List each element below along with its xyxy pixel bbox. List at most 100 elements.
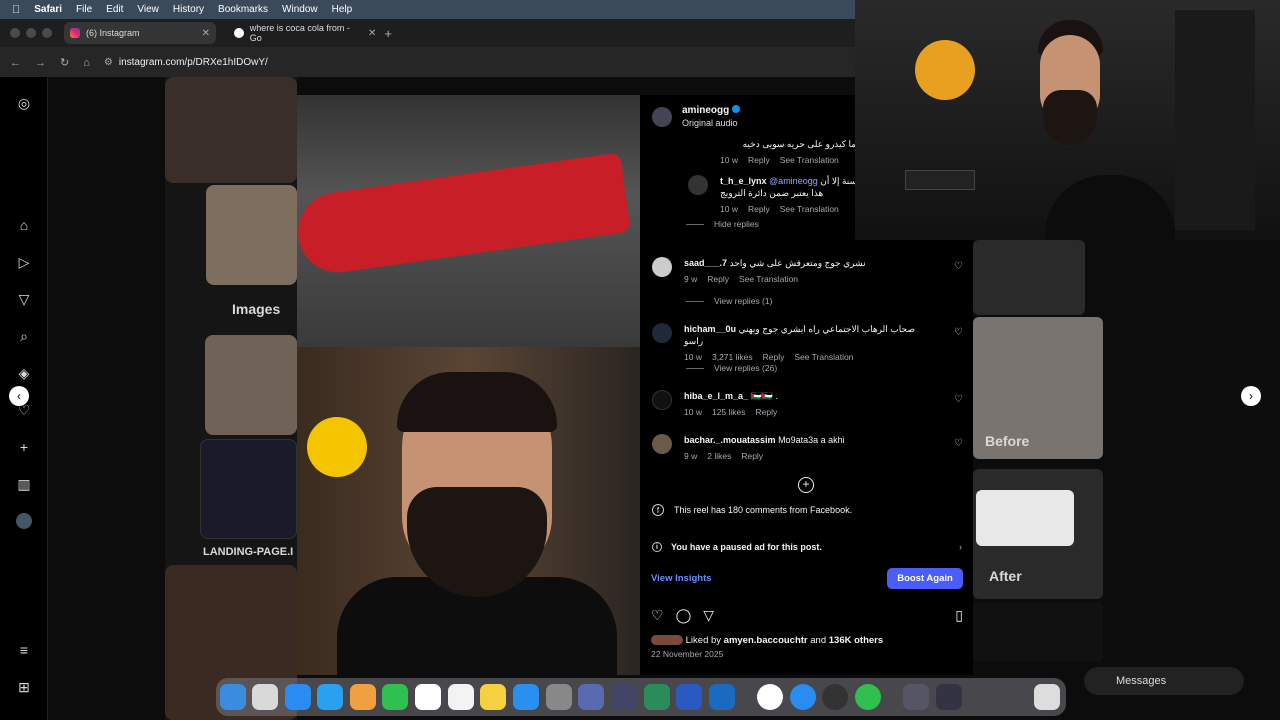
close-window-button[interactable] — [10, 28, 20, 38]
reminders-icon[interactable] — [448, 684, 474, 710]
outlook-icon[interactable] — [709, 684, 735, 710]
commenter-avatar[interactable] — [652, 434, 672, 454]
close-tab-icon[interactable]: ✕ — [368, 28, 376, 39]
view-insights-link[interactable]: View Insights — [651, 573, 712, 584]
address-bar[interactable]: instagram.com/p/DRXe1hIDOwY/ — [119, 57, 268, 68]
home-icon[interactable]: ⌂ — [16, 217, 32, 233]
nav-buttons[interactable]: ←→↻⌂ — [10, 56, 104, 69]
whatsapp-icon[interactable] — [855, 684, 881, 710]
trash-icon[interactable] — [1034, 684, 1060, 710]
comment-username[interactable]: hicham__0u — [684, 324, 736, 334]
maps-icon[interactable] — [317, 684, 343, 710]
liked-user[interactable]: amyen.baccouchtr — [724, 635, 808, 646]
facetime-icon[interactable] — [382, 684, 408, 710]
comment-username[interactable]: bachar._.mouatassim — [684, 435, 776, 445]
reply-link[interactable]: Reply — [756, 407, 778, 417]
calendar-icon[interactable] — [415, 684, 441, 710]
reel-video[interactable] — [297, 95, 640, 675]
app-icon[interactable] — [822, 684, 848, 710]
comment-icon[interactable]: ◯ — [676, 607, 692, 624]
app-icon[interactable] — [578, 684, 604, 710]
liked-others[interactable]: 136K others — [829, 635, 883, 646]
notes-icon[interactable] — [480, 684, 506, 710]
reply-link[interactable]: Reply — [707, 274, 729, 284]
app-icon[interactable] — [790, 684, 816, 710]
reply-link[interactable]: Reply — [763, 352, 785, 362]
instagram-logo-icon[interactable]: ◎ — [16, 95, 32, 111]
like-icon[interactable]: ♡ — [651, 607, 664, 624]
system-settings-icon[interactable] — [546, 684, 572, 710]
author-username[interactable]: amineogg — [682, 105, 741, 117]
zoom-window-button[interactable] — [42, 28, 52, 38]
translate-link[interactable]: See Translation — [794, 352, 853, 362]
like-comment-icon[interactable]: ♡ — [954, 438, 963, 449]
create-icon[interactable]: + — [16, 439, 32, 455]
like-comment-icon[interactable]: ♡ — [954, 394, 963, 405]
reply-link[interactable]: Reply — [748, 204, 770, 214]
menu-help[interactable]: Help — [332, 4, 353, 15]
tab-google[interactable]: where is coca cola from - Go — [228, 22, 368, 44]
comment-likes[interactable]: 125 likes — [712, 407, 746, 417]
mention-link[interactable]: @amineogg — [769, 176, 818, 186]
comment-username[interactable]: saad___.7 — [684, 258, 727, 268]
original-audio[interactable]: Original audio — [682, 117, 740, 129]
more-menu-icon[interactable]: ≡ — [16, 642, 32, 658]
commenter-avatar[interactable] — [652, 390, 672, 410]
view-replies-link[interactable]: View replies (26) — [686, 363, 777, 373]
commenter-avatar[interactable] — [688, 175, 708, 195]
comment-likes[interactable]: 3,271 likes — [712, 352, 753, 362]
recent-window-thumbnail[interactable] — [903, 684, 929, 710]
profile-avatar[interactable] — [16, 513, 32, 529]
finder-icon[interactable] — [220, 684, 246, 710]
load-more-comments-icon[interactable]: + — [798, 477, 814, 493]
hide-replies-link[interactable]: Hide replies — [686, 219, 759, 229]
messages-button[interactable]: Messages — [1084, 667, 1244, 695]
new-tab-icon[interactable]: + — [384, 26, 392, 41]
launchpad-icon[interactable] — [252, 684, 278, 710]
app-icon[interactable] — [611, 684, 637, 710]
view-replies-link[interactable]: View replies (1) — [686, 296, 772, 306]
translate-link[interactable]: See Translation — [780, 204, 839, 214]
menu-view[interactable]: View — [137, 4, 159, 15]
dashboard-icon[interactable]: ▥ — [16, 476, 32, 492]
close-tab-icon[interactable]: ✕ — [202, 28, 210, 39]
comment-username[interactable]: t_h_e_lynx — [720, 176, 767, 186]
search-icon[interactable]: ⌕ — [16, 328, 32, 344]
photos-icon[interactable] — [350, 684, 376, 710]
menu-file[interactable]: File — [76, 4, 92, 15]
menu-window[interactable]: Window — [282, 4, 318, 15]
previous-post-button[interactable]: ‹ — [9, 386, 29, 406]
minimize-window-button[interactable] — [26, 28, 36, 38]
word-icon[interactable] — [676, 684, 702, 710]
like-comment-icon[interactable]: ♡ — [954, 327, 963, 338]
reply-link[interactable]: Reply — [741, 451, 763, 461]
reels-icon[interactable]: ▷ — [16, 254, 32, 270]
translate-link[interactable]: See Translation — [780, 155, 839, 165]
author-avatar[interactable] — [652, 107, 672, 127]
share-icon[interactable]: ▽ — [703, 607, 714, 624]
reply-link[interactable]: Reply — [748, 155, 770, 165]
boost-again-button[interactable]: Boost Again — [887, 568, 963, 589]
next-post-button[interactable]: › — [1241, 386, 1261, 406]
facebook-comments-note[interactable]: f This reel has 180 comments from Facebo… — [652, 504, 852, 516]
app-icon[interactable] — [644, 684, 670, 710]
comment-username[interactable]: hiba_e_l_m_a_ — [684, 391, 748, 401]
chrome-icon[interactable] — [757, 684, 783, 710]
paused-ad-notice[interactable]: i You have a paused ad for this post. › — [652, 542, 962, 552]
apps-icon[interactable]: ⊞ — [16, 679, 32, 695]
site-settings-icon[interactable]: ⚙ — [104, 57, 113, 68]
direct-icon[interactable]: ▽ — [16, 291, 32, 307]
menu-app-name[interactable]: Safari — [34, 4, 62, 15]
safari-icon[interactable] — [285, 684, 311, 710]
app-store-icon[interactable] — [513, 684, 539, 710]
tab-instagram[interactable]: (6) Instagram ✕ — [64, 22, 216, 44]
menu-edit[interactable]: Edit — [106, 4, 123, 15]
recent-window-thumbnail[interactable] — [936, 684, 962, 710]
menu-bookmarks[interactable]: Bookmarks — [218, 4, 268, 15]
comment-likes[interactable]: 2 likes — [707, 451, 731, 461]
like-comment-icon[interactable]: ♡ — [954, 261, 963, 272]
save-icon[interactable]: ▯ — [955, 607, 963, 624]
apple-icon[interactable]:  — [12, 4, 20, 16]
menu-history[interactable]: History — [173, 4, 204, 15]
commenter-avatar[interactable] — [652, 257, 672, 277]
